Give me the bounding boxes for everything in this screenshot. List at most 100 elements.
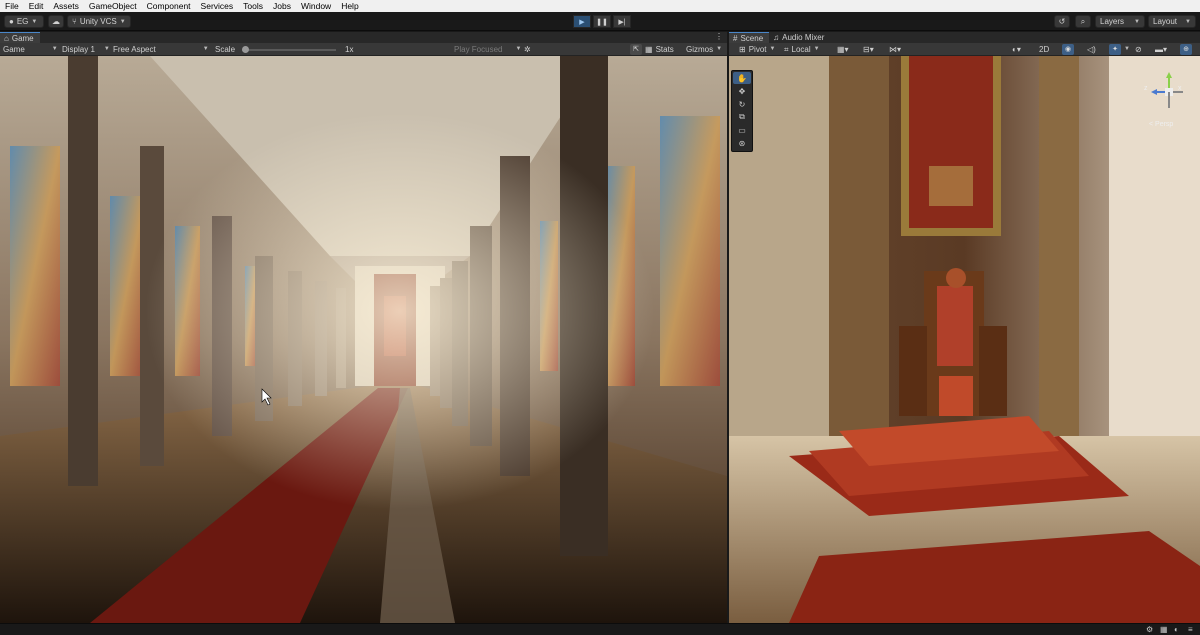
cloud-button[interactable]: ☁ [48,15,64,28]
menu-component[interactable]: Component [142,0,196,12]
play-focused-dropdown[interactable]: Play Focused ▼ [454,44,521,55]
eye-off-icon: ⊘ [1135,45,1142,54]
gizmos-toggle[interactable]: ⊕ [1180,44,1192,55]
chevron-down-icon: ▼ [31,18,38,25]
account-label: EG [16,17,29,26]
hand-tool[interactable]: ✋ [733,72,751,84]
account-icon: ● [9,17,14,26]
effects-icon: ✦ [1109,44,1121,55]
vcs-dropdown[interactable]: ⑂ Unity VCS ▼ [67,15,131,28]
pause-button[interactable]: ❚❚ [593,15,611,28]
hidden-objects-toggle[interactable]: ⊘ [1135,44,1142,55]
cathedral-corridor-render [0,56,727,623]
aspect-label: Free Aspect [113,45,156,54]
display-dropdown[interactable]: Display 1 ▼ [62,44,110,55]
menu-jobs[interactable]: Jobs [268,0,296,12]
lighting-icon[interactable]: ◐ [1174,625,1179,634]
scale-label: Scale [215,45,236,54]
rect-tool[interactable]: ▭ [733,124,751,136]
lighting-toggle[interactable]: ◉ [1062,44,1074,55]
scene-viewport[interactable]: z x < Persp [729,56,1200,623]
step-button[interactable]: ▶| [613,15,631,28]
mode-2d-label: 2D [1039,45,1050,54]
grid-icon: # [733,33,738,43]
progress-icon[interactable]: ▦ [1160,625,1168,634]
scale-slider[interactable] [242,45,337,53]
toggle-2d[interactable]: 2D [1039,44,1049,55]
persp-label[interactable]: < Persp [1149,121,1173,128]
hand-icon: ✋ [737,73,747,83]
pivot-dropdown[interactable]: ⊞ Pivot ▼ [739,44,775,55]
scene-tools-palette: ✋ ✥ ↻ ⧉ ▭ ⊛ [731,70,753,152]
bug-icon: ✲ [524,45,531,54]
effects-dropdown[interactable]: ✦ ▼ [1109,44,1130,55]
chevron-down-icon: ▼ [1134,18,1140,25]
panel-menu-icon[interactable]: ⋮ [715,32,723,41]
layers-label: Layers [1100,17,1125,26]
account-dropdown[interactable]: ● EG ▼ [4,15,44,28]
camera-settings-dropdown[interactable]: ▬▾ [1155,44,1167,55]
menu-services[interactable]: Services [196,0,239,12]
gizmos-dropdown[interactable]: Gizmos ▼ [686,44,722,55]
audio-icon: ♫ [773,33,780,42]
menu-bar: File Edit Assets GameObject Component Se… [0,0,1200,12]
menu-file[interactable]: File [0,0,24,12]
display-label: Display 1 [62,45,95,54]
play-button[interactable]: ▶ [573,15,591,28]
tab-game[interactable]: ⌂ Game [0,32,40,43]
shading-dropdown[interactable]: ◐▾ [1012,44,1021,55]
view-options-dropdown[interactable]: ⋈▾ [889,44,901,55]
menu-assets[interactable]: Assets [48,0,84,12]
grid-snap-dropdown[interactable]: ▦▾ [837,44,849,55]
history-button[interactable]: ↺ [1054,15,1070,28]
menu-edit[interactable]: Edit [24,0,49,12]
scene-panel-header: # Scene ♫ Audio Mixer ⊞ Pivot ▼ ⌗ Local … [729,32,1200,56]
layout-dropdown[interactable]: Layout ▼ [1148,15,1196,28]
scale-tool[interactable]: ⧉ [733,111,751,123]
play-icon: ▶ [579,18,585,26]
gizmos-label: Gizmos [686,45,714,54]
tab-audio-mixer[interactable]: ♫ Audio Mixer [769,32,830,43]
local-label: Local [791,45,811,54]
tab-audio-label: Audio Mixer [782,33,825,42]
audio-toggle[interactable]: ◁) [1087,44,1096,55]
transform-icon: ⊛ [738,138,746,148]
increment-snap-dropdown[interactable]: ⊟▾ [863,44,874,55]
pause-icon: ❚❚ [596,18,608,26]
mute-audio-button[interactable]: ✲ [524,44,531,55]
tab-scene-label: Scene [740,33,764,43]
aspect-icon: ⇱ [630,44,642,55]
aspect-dropdown[interactable]: Free Aspect ▼ [113,44,209,55]
grid-snap-icon: ▦▾ [837,45,849,54]
orientation-gizmo[interactable]: z x < Persp [1139,70,1189,130]
pivot-label: Pivot [748,45,767,54]
game-viewport[interactable] [0,56,727,623]
mode-dropdown[interactable]: Game ▼ [3,44,58,55]
search-button[interactable]: ⌕ [1075,15,1091,28]
tab-scene[interactable]: # Scene [729,32,770,43]
stats-toggle[interactable]: ⇱ ▦ Stats [630,44,674,55]
audio-icon: ◁) [1087,45,1096,54]
gamepad-icon: ⌂ [4,33,9,43]
debug-icon[interactable]: ⚙ [1146,625,1153,634]
cache-icon[interactable]: ≡ [1188,625,1193,634]
move-tool[interactable]: ✥ [733,85,751,97]
vcs-label: Unity VCS [79,17,117,26]
layers-dropdown[interactable]: Layers ▼ [1095,15,1145,28]
chevron-down-icon: ▼ [51,46,58,52]
chevron-down-icon: ▼ [1185,18,1191,25]
scale-control: Scale 1x [215,44,353,55]
game-panel-header: ⌂ Game ⋮ Game ▼ Display 1 ▼ Free Aspect … [0,32,727,56]
stats-label: Stats [655,45,674,54]
layout-label: Layout [1153,17,1178,26]
transform-tool[interactable]: ⊛ [733,137,751,149]
menu-help[interactable]: Help [336,0,363,12]
menu-gameobject[interactable]: GameObject [84,0,142,12]
menu-window[interactable]: Window [296,0,336,12]
scale-slider-handle[interactable] [242,45,250,53]
mode-label: Game [3,45,25,54]
menu-tools[interactable]: Tools [238,0,268,12]
rotate-tool[interactable]: ↻ [733,98,751,110]
local-dropdown[interactable]: ⌗ Local ▼ [784,44,820,55]
chevron-down-icon: ▼ [103,46,110,52]
